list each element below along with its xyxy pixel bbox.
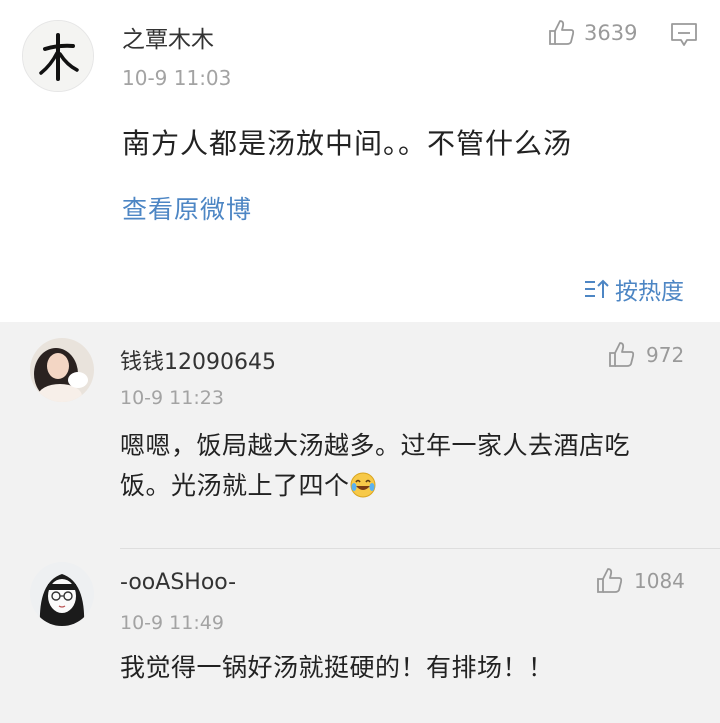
main-like-count: 3639 [584,21,638,45]
weibo-comment-screen: 之覃木木 10-9 11:03 3639 南方人都是汤放中间。。不管什么汤 查看… [0,0,720,723]
reply-list: 钱钱12090645 10-9 11:23 972 嗯嗯，饭局越大汤越多。过年一… [0,322,720,723]
divider [120,548,720,549]
reply-content: 我觉得一锅好汤就挺硬的！有排场！！ [120,653,554,682]
reply-content-line: 嗯嗯，饭局越大汤越多。过年一家人去酒店吃 [120,431,631,460]
main-username[interactable]: 之覃木木 [122,20,214,54]
reply-content-line: 饭。光汤就上了四个 [120,466,710,506]
sort-label: 按热度 [615,279,684,305]
user-photo-avatar [30,338,94,402]
reply-username[interactable]: 钱钱12090645 [120,344,276,376]
main-content: 南方人都是汤放中间。。不管什么汤 [122,127,573,160]
sort-icon [585,279,609,298]
comment-icon [671,23,697,46]
reply-content: 嗯嗯，饭局越大汤越多。过年一家人去酒店吃 饭。光汤就上了四个 [120,426,710,506]
cartoon-girl-avatar [30,562,94,626]
view-original-link[interactable]: 查看原微博 [122,190,252,226]
reply-like-count: 1084 [634,569,685,593]
calligraphy-avatar-icon [23,21,93,91]
main-comment: 之覃木木 10-9 11:03 3639 南方人都是汤放中间。。不管什么汤 查看… [0,0,720,322]
reply-timestamp: 10-9 11:49 [120,612,224,634]
thumbs-up-icon [609,342,635,367]
reply-avatar[interactable] [30,562,94,626]
main-like-button[interactable]: 3639 [546,18,637,48]
thumbs-up-icon [597,568,623,593]
reply-like-count: 972 [646,343,685,367]
crying-laughing-emoji-icon [350,472,376,498]
reply-timestamp: 10-9 11:23 [120,387,224,409]
reply-like-button[interactable]: 1084 [594,566,685,596]
sort-button[interactable]: 按热度 [583,272,684,306]
main-avatar[interactable] [22,20,94,92]
thumbs-up-icon [549,20,575,45]
reply-like-button[interactable]: 972 [606,340,684,370]
reply-username[interactable]: -ooASHoo- [120,570,236,595]
comment-button[interactable] [670,22,698,48]
reply-avatar[interactable] [30,338,94,402]
reply-content-text: 饭。光汤就上了四个 [120,471,350,500]
main-timestamp: 10-9 11:03 [122,66,232,90]
